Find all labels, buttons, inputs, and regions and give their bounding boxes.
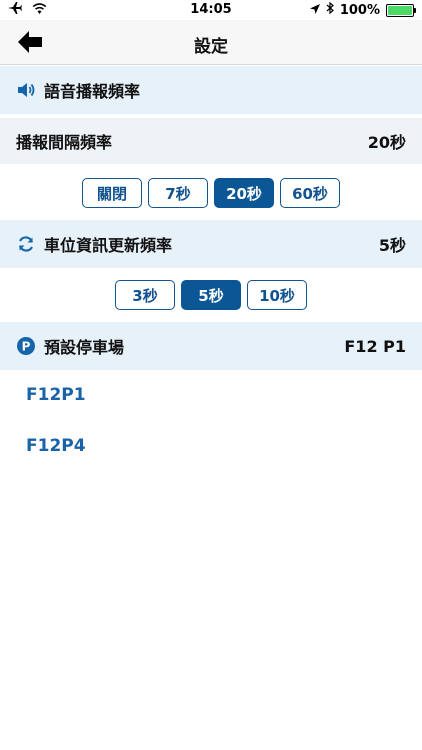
default-lot-label: 預設停車場 [44,338,125,357]
default-lot-value: F12 P1 [344,336,406,356]
voice-option-off[interactable]: 關閉 [82,178,142,208]
interval-row: 播報間隔頻率 20秒 [0,118,422,164]
refresh-option-10s[interactable]: 10秒 [247,280,307,310]
svg-text:P: P [22,340,31,354]
refresh-section-label: 車位資訊更新頻率 [44,236,173,255]
refresh-icon [18,236,34,252]
default-lot-section-header: P 預設停車場 F12 P1 [0,322,422,370]
refresh-option-5s[interactable]: 5秒 [181,280,241,310]
battery-fill [388,5,412,15]
voice-section-header: 語音播報頻率 [0,66,422,114]
voice-option-20s[interactable]: 20秒 [214,178,274,208]
voice-interval-selector: 關閉 7秒 20秒 60秒 [0,178,422,208]
lot-item-f12p1[interactable]: F12P1 [26,385,86,405]
page-title: 設定 [194,37,228,57]
status-bar: 14:05 100% [0,0,422,20]
battery-icon [386,3,416,17]
nav-bar: 設定 [0,20,422,65]
parking-icon: P [17,337,35,355]
voice-section-label: 語音播報頻率 [44,82,141,101]
bluetooth-icon [326,1,334,18]
refresh-option-3s[interactable]: 3秒 [115,280,175,310]
voice-option-7s[interactable]: 7秒 [148,178,208,208]
refresh-interval-selector: 3秒 5秒 10秒 [0,280,422,310]
status-right: 100% [309,1,416,18]
interval-value: 20秒 [367,133,406,152]
location-arrow-icon [309,3,320,18]
refresh-section-header: 車位資訊更新頻率 5秒 [0,220,422,268]
battery-percent: 100% [339,2,380,18]
refresh-value: 5秒 [378,236,406,255]
lot-item-f12p4[interactable]: F12P4 [26,436,86,456]
voice-option-60s[interactable]: 60秒 [280,178,340,208]
interval-label: 播報間隔頻率 [16,133,113,152]
speaker-icon [18,83,35,97]
